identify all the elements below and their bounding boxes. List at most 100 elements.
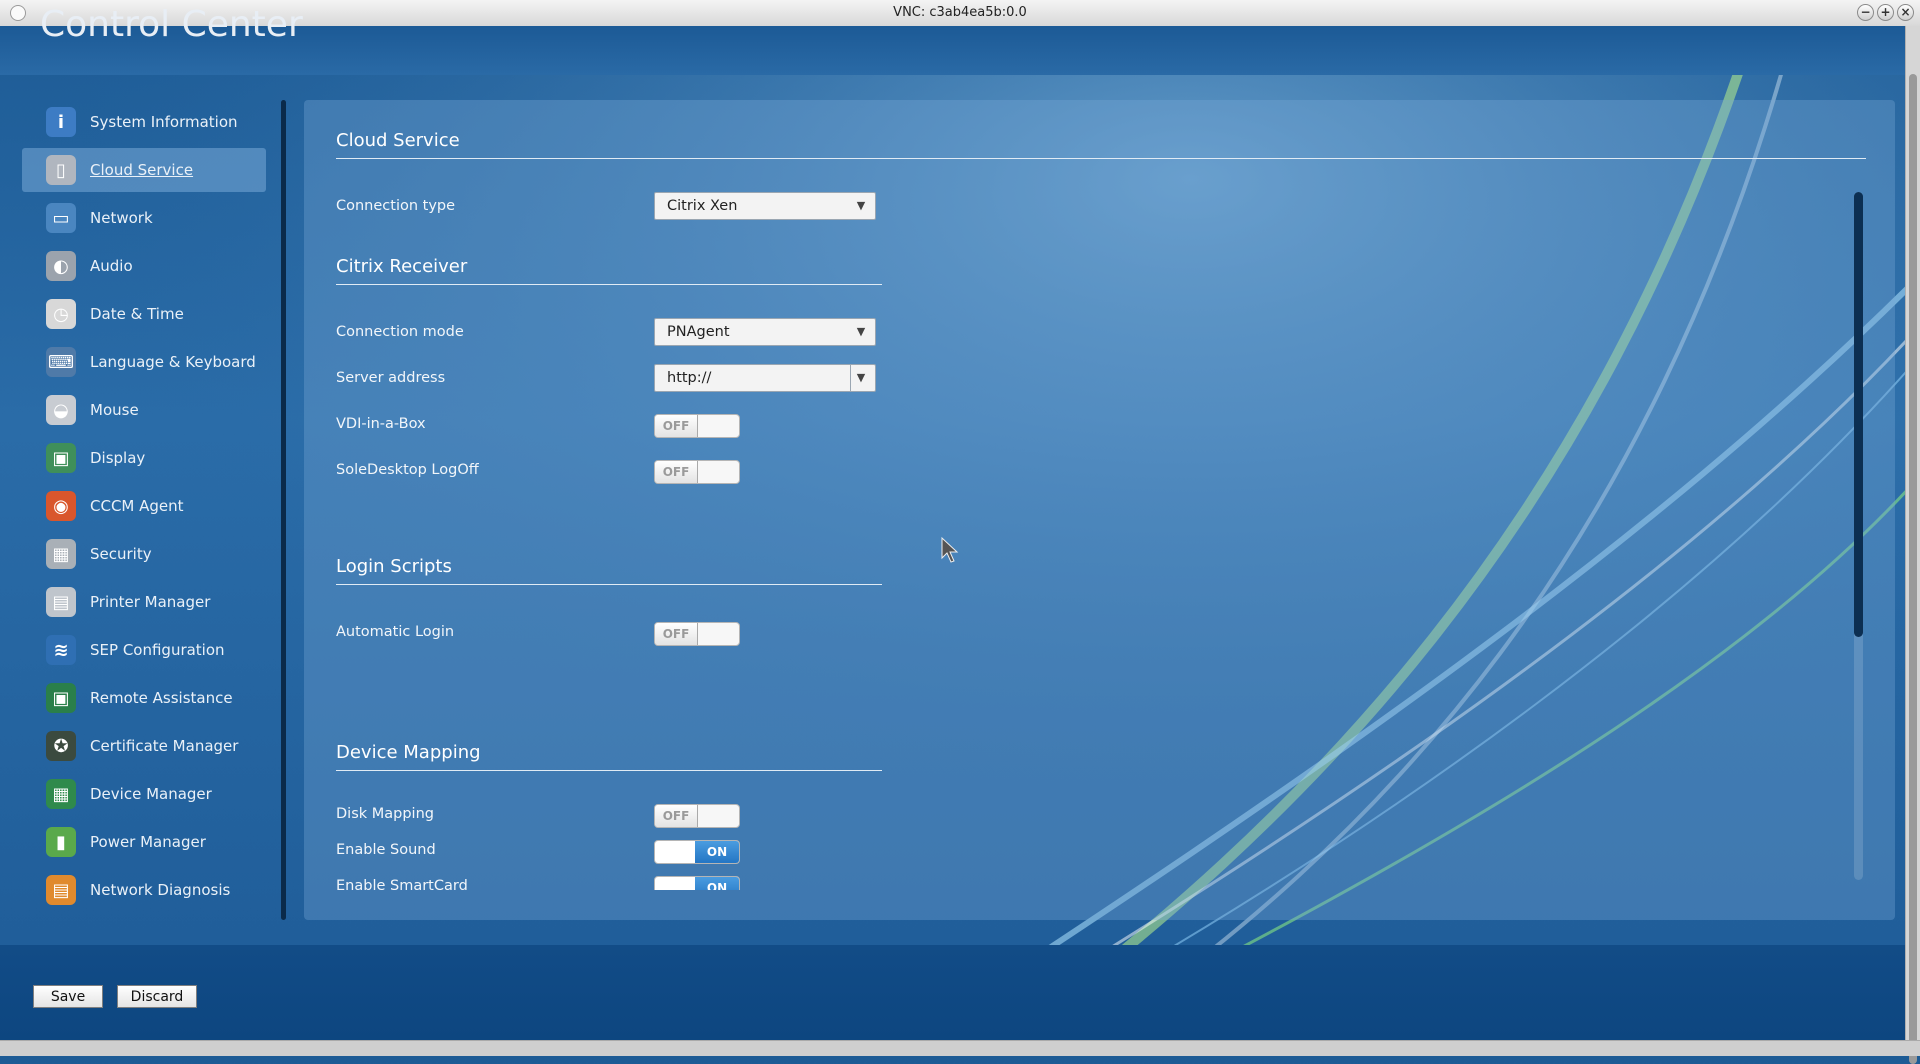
sidebar-item-sep-configuration[interactable]: ≋ SEP Configuration	[22, 628, 266, 672]
sidebar-item-network[interactable]: ▭ Network	[22, 196, 266, 240]
section-divider	[336, 770, 882, 771]
discard-button[interactable]: Discard	[117, 985, 197, 1008]
connection-mode-label: Connection mode	[336, 324, 464, 340]
printer-icon: ▤	[46, 587, 76, 617]
network-icon: ▭	[46, 203, 76, 233]
section-title-login-scripts: Login Scripts	[336, 556, 452, 577]
enable-smartcard-label: Enable SmartCard	[336, 878, 468, 890]
sidebar-item-label: Language & Keyboard	[90, 353, 256, 371]
maximize-icon[interactable]: +	[1877, 4, 1894, 21]
connection-type-value: Citrix Xen	[667, 198, 738, 214]
sidebar-item-network-diagnosis[interactable]: ▤ Network Diagnosis	[22, 868, 266, 912]
sidebar-item-date-time[interactable]: ◷ Date & Time	[22, 292, 266, 336]
sidebar-item-label: SEP Configuration	[90, 641, 225, 659]
connection-mode-value: PNAgent	[667, 324, 730, 340]
sidebar-item-printer-manager[interactable]: ▤ Printer Manager	[22, 580, 266, 624]
sidebar-item-display[interactable]: ▣ Display	[22, 436, 266, 480]
sidebar-item-power-manager[interactable]: ▮ Power Manager	[22, 820, 266, 864]
sidebar-item-label: Date & Time	[90, 305, 184, 323]
panel-scrollbar-thumb[interactable]	[1854, 192, 1863, 637]
sidebar-item-label: Network	[90, 209, 153, 227]
server-address-label: Server address	[336, 370, 446, 386]
sep-icon: ≋	[46, 635, 76, 665]
app-title: Control Center	[40, 4, 303, 45]
remote-assistance-icon: ▣	[46, 683, 76, 713]
minimize-icon[interactable]: −	[1857, 4, 1874, 21]
cccm-agent-icon: ◉	[46, 491, 76, 521]
network-diagnosis-icon: ▤	[46, 875, 76, 905]
save-button[interactable]: Save	[33, 985, 103, 1008]
toggle-state: ON	[695, 841, 739, 863]
section-title-cloud-service: Cloud Service	[336, 130, 460, 151]
sidebar-item-security[interactable]: ▦ Security	[22, 532, 266, 576]
sidebar-item-label: Remote Assistance	[90, 689, 233, 707]
toggle-state: OFF	[655, 805, 698, 827]
sidebar-item-label: Certificate Manager	[90, 737, 239, 755]
sidebar-item-remote-assistance[interactable]: ▣ Remote Assistance	[22, 676, 266, 720]
clock-icon: ◷	[46, 299, 76, 329]
toggle-state: OFF	[655, 461, 698, 483]
sidebar-item-label: Security	[90, 545, 152, 563]
sidebar-item-label: Audio	[90, 257, 133, 275]
enable-smartcard-toggle[interactable]: ON	[654, 876, 740, 890]
sidebar-item-label: System Information	[90, 113, 238, 131]
cloud-service-icon: ▯	[46, 155, 76, 185]
sidebar-item-label: Network Diagnosis	[90, 881, 231, 899]
window-vertical-scrollbar[interactable]	[1905, 26, 1920, 1064]
toggle-state: OFF	[655, 623, 698, 645]
sidebar: i System Information ▯ Cloud Service ▭ Networ…	[22, 100, 266, 916]
section-title-citrix-receiver: Citrix Receiver	[336, 256, 468, 277]
mouse-cursor-icon	[941, 536, 959, 563]
chevron-down-icon: ▼	[856, 199, 866, 212]
panel-scrollbar[interactable]	[1854, 192, 1863, 880]
vdi-in-a-box-toggle[interactable]: OFF	[654, 414, 740, 438]
sidebar-item-system-information[interactable]: i System Information	[22, 100, 266, 144]
sidebar-scrollbar[interactable]	[281, 100, 286, 920]
sidebar-item-device-manager[interactable]: ▦ Device Manager	[22, 772, 266, 816]
automatic-login-toggle[interactable]: OFF	[654, 622, 740, 646]
section-divider	[336, 158, 1866, 159]
chevron-down-icon: ▼	[856, 325, 866, 338]
sidebar-item-language-keyboard[interactable]: ⌨ Language & Keyboard	[22, 340, 266, 384]
chevron-down-icon[interactable]: ▼	[850, 365, 871, 391]
footer: Save Discard	[0, 945, 1905, 1040]
sidebar-item-label: Display	[90, 449, 146, 467]
sidebar-item-mouse[interactable]: ◒ Mouse	[22, 388, 266, 432]
connection-type-label: Connection type	[336, 198, 456, 214]
toggle-state: ON	[695, 877, 739, 890]
disk-mapping-label: Disk Mapping	[336, 806, 434, 822]
sidebar-item-label: Mouse	[90, 401, 139, 419]
speaker-icon: ◐	[46, 251, 76, 281]
sidebar-item-label: Power Manager	[90, 833, 206, 851]
server-address-value: http://	[667, 370, 712, 386]
sidebar-item-label: Cloud Service	[90, 161, 194, 179]
monitor-icon: ▣	[46, 443, 76, 473]
sidebar-item-audio[interactable]: ◐ Audio	[22, 244, 266, 288]
disk-mapping-toggle[interactable]: OFF	[654, 804, 740, 828]
info-icon: i	[46, 107, 76, 137]
toggle-state: OFF	[655, 415, 698, 437]
enable-sound-toggle[interactable]: ON	[654, 840, 740, 864]
mouse-icon: ◒	[46, 395, 76, 425]
sidebar-item-label: CCCM Agent	[90, 497, 184, 515]
clipped-row: Enable SmartCard ON	[304, 872, 1004, 890]
section-divider	[336, 284, 882, 285]
window-scrollbar-thumb[interactable]	[1909, 74, 1917, 1064]
certificate-icon: ✪	[46, 731, 76, 761]
sidebar-item-certificate-manager[interactable]: ✪ Certificate Manager	[22, 724, 266, 768]
section-title-device-mapping: Device Mapping	[336, 742, 481, 763]
window-horizontal-scrollbar[interactable]	[0, 1040, 1920, 1056]
soledesktop-logoff-toggle[interactable]: OFF	[654, 460, 740, 484]
section-divider	[336, 584, 882, 585]
window-title: VNC: c3ab4ea5b:0.0	[893, 5, 1027, 20]
server-address-combobox[interactable]: http:// ▼	[654, 364, 876, 392]
sidebar-item-cloud-service[interactable]: ▯ Cloud Service	[22, 148, 266, 192]
battery-icon: ▮	[46, 827, 76, 857]
window-menu-icon[interactable]	[10, 5, 26, 21]
sidebar-item-cccm-agent[interactable]: ◉ CCCM Agent	[22, 484, 266, 528]
vdi-in-a-box-label: VDI-in-a-Box	[336, 416, 426, 432]
connection-type-select[interactable]: Citrix Xen ▼	[654, 192, 876, 220]
device-manager-icon: ▦	[46, 779, 76, 809]
close-icon[interactable]: ×	[1897, 4, 1914, 21]
connection-mode-select[interactable]: PNAgent ▼	[654, 318, 876, 346]
